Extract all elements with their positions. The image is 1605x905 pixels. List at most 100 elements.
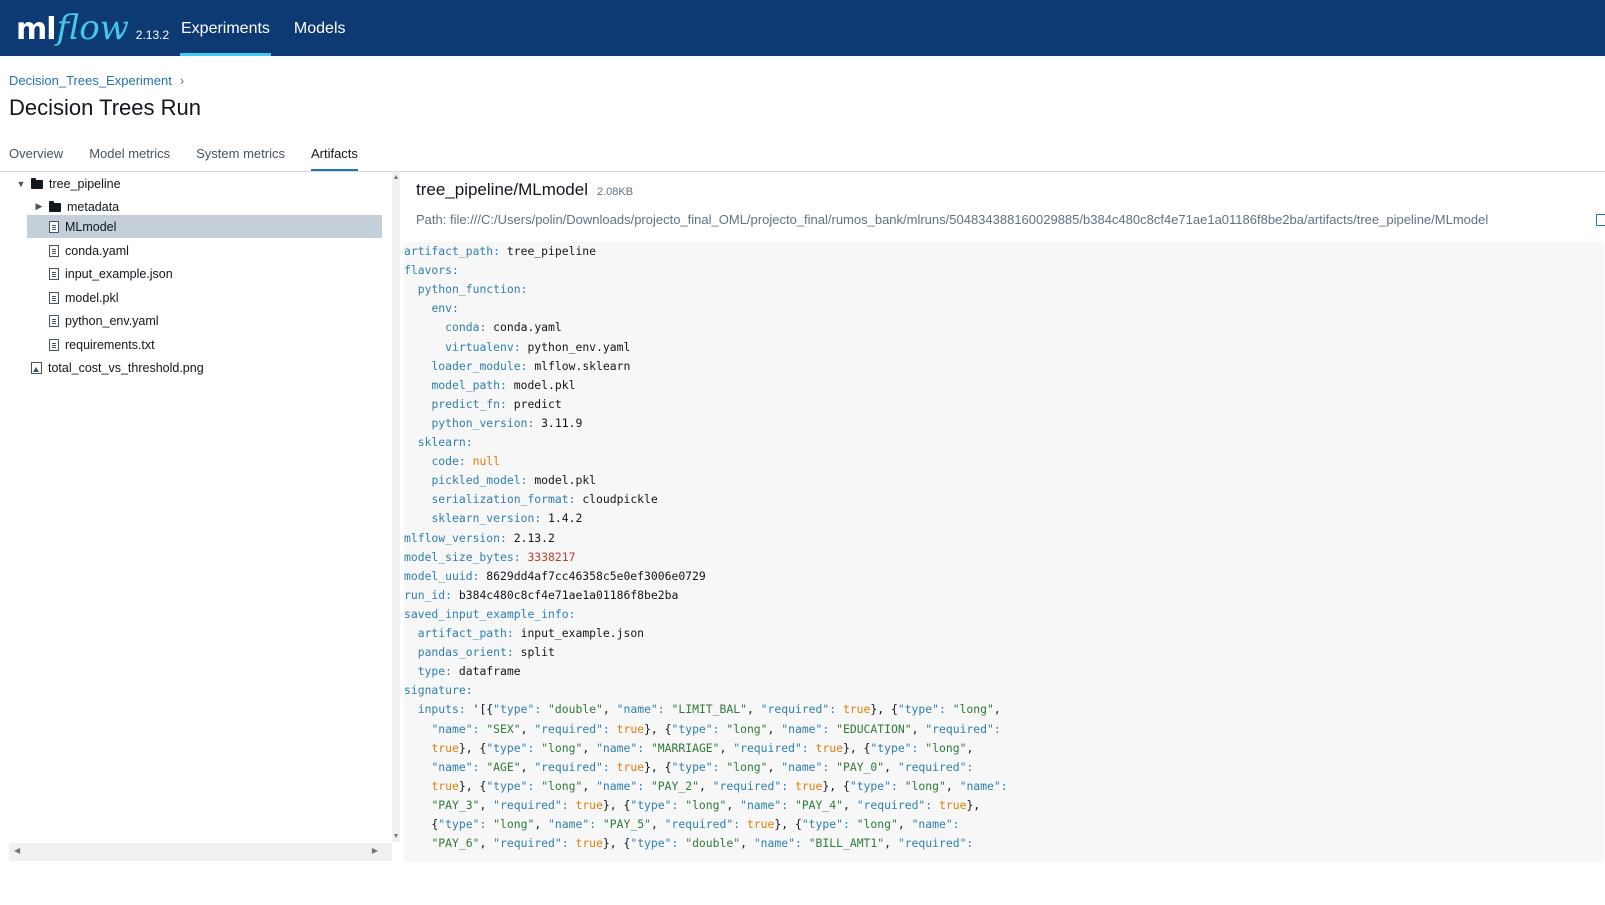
yaml-key: saved_input_example_info [404,606,569,621]
file-header: tree_pipeline/MLmodel 2.08KB [416,180,633,200]
tree-item-input-example-json[interactable]: input_example.json [45,262,173,285]
yaml-line: env: [431,301,459,316]
tree-horizontal-scrollbar[interactable]: ◀ ▶ [9,843,392,861]
yaml-line: flavors: [404,263,459,278]
yaml-key: type [417,664,446,679]
yaml-line: virtualenv: python_env.yaml [445,339,631,354]
file-size: 2.08KB [597,186,634,198]
copy-icon[interactable] [1596,214,1605,226]
artifact-tree: ▼ tree_pipeline ▶ metadata MLmodel conda… [9,172,392,862]
tree-vertical-scrollbar[interactable]: ▲ ▼ [392,172,400,842]
yaml-value: mlflow.sklearn [534,358,631,373]
file-path: Path: file:///C:/Users/polin/Downloads/p… [416,212,1489,227]
yaml-line: sklearn: [417,435,473,449]
tree-item-label: total_cost_vs_threshold.png [48,360,204,375]
scroll-left-icon[interactable]: ◀ [14,846,20,855]
signature-line: "PAY_6", "required": true}, {"type": "do… [431,836,974,851]
yaml-key: conda [445,320,480,335]
tab-system-metrics[interactable]: System metrics [196,142,285,172]
tree-item-model-pkl[interactable]: model.pkl [45,286,119,309]
tree-item-python-env-yaml[interactable]: python_env.yaml [45,309,159,332]
tree-item-label: model.pkl [65,290,119,305]
nav-models[interactable]: Models [293,0,347,56]
folder-icon [31,177,43,190]
signature-line: "name": "SEX", "required": true}, {"type… [431,721,1001,736]
yaml-value: dataframe [458,664,521,679]
yaml-key: python_function [417,282,521,297]
yaml-line: signature: [404,683,473,698]
yaml-key: sklearn_version [431,511,535,526]
yaml-value: model.pkl [513,377,576,392]
mlmodel-yaml-viewer: artifact_path: tree_pipeline flavors: pyt… [404,242,1604,862]
tree-item-total-cost-png[interactable]: total_cost_vs_threshold.png [27,356,204,379]
tree-item-label: MLmodel [65,219,117,234]
file-icon [49,338,59,351]
scroll-right-icon[interactable]: ▶ [372,846,378,855]
yaml-line: code: null [431,454,501,469]
yaml-line: serialization_format: cloudpickle [431,492,658,507]
yaml-key: virtualenv [445,339,514,354]
yaml-key: predict_fn [431,396,501,411]
yaml-line: pickled_model: model.pkl [431,473,597,488]
yaml-key: model_uuid [404,568,473,583]
yaml-value: 2.13.2 [513,530,555,545]
yaml-key: signature [404,683,466,698]
yaml-key: serialization_format [431,492,569,507]
caret-right-icon[interactable]: ▶ [33,201,45,212]
yaml-value: input_example.json [520,626,645,640]
yaml-key: env [431,301,453,316]
tree-item-conda-yaml[interactable]: conda.yaml [45,239,129,262]
scroll-down-icon[interactable]: ▼ [392,833,400,840]
yaml-key: artifact_path [417,626,507,640]
tree-item-tree-pipeline[interactable]: ▼ tree_pipeline [15,172,385,195]
tab-model-metrics[interactable]: Model metrics [89,142,170,172]
yaml-line: run_id: b384c480c8cf4e71ae1a01186f8be2ba [404,587,679,602]
logo-ml-text: ml [16,12,57,47]
tree-item-label: metadata [67,199,120,214]
scroll-up-icon[interactable]: ▲ [392,174,400,181]
yaml-line: conda: conda.yaml [445,320,562,335]
run-tabs: Overview Model metrics System metrics Ar… [9,142,384,172]
tab-artifacts[interactable]: Artifacts [310,142,358,172]
tree-item-label: requirements.txt [65,337,155,352]
yaml-key: model_size_bytes [404,549,514,564]
yaml-line: saved_input_example_info: [404,606,576,621]
signature-line: true}, {"type": "long", "name": "PAY_2",… [431,778,1008,793]
file-icon [49,291,59,304]
yaml-key: artifact_path [404,244,494,258]
yaml-line: pandas_orient: split [417,645,555,660]
yaml-key: run_id [404,587,446,602]
file-icon [49,220,59,233]
tree-item-label: python_env.yaml [65,313,159,328]
breadcrumb-experiment-link[interactable]: Decision_Trees_Experiment [9,73,172,88]
nav-experiments[interactable]: Experiments [180,0,271,56]
caret-down-icon[interactable]: ▼ [15,179,27,189]
folder-icon [49,200,61,213]
yaml-key: pickled_model [431,473,521,488]
signature-line: true}, {"type": "long", "name": "MARRIAG… [431,740,974,755]
file-icon [49,244,59,257]
signature-line: inputs: '[{"type": "double", "name": "LI… [417,702,1001,717]
tree-item-label: input_example.json [65,266,173,281]
yaml-key: python_version [431,415,528,430]
yaml-key: code [431,454,459,469]
top-navigation-bar: ml flow 2.13.2 Experiments Models [0,0,1605,56]
yaml-line: artifact_path: input_example.json [417,626,645,640]
yaml-value: 1.4.2 [548,511,583,526]
yaml-line: loader_module: mlflow.sklearn [431,358,631,373]
mlflow-logo[interactable]: ml flow 2.13.2 [16,2,169,52]
artifact-preview: tree_pipeline/MLmodel 2.08KB Path: file:… [400,172,1605,862]
yaml-value: 8629dd4af7cc46358c5e0ef3006e0729 [486,568,706,583]
yaml-value: conda.yaml [493,320,562,335]
tab-overview[interactable]: Overview [9,142,63,172]
yaml-line: python_version: 3.11.9 [431,415,583,430]
signature-line: "PAY_3", "required": true}, {"type": "lo… [431,797,981,812]
chevron-right-icon: › [179,73,185,88]
yaml-value: model.pkl [534,473,597,488]
tree-item-mlmodel[interactable]: MLmodel [27,215,382,238]
yaml-line: mlflow_version: 2.13.2 [404,530,555,545]
breadcrumb: Decision_Trees_Experiment › [9,73,184,88]
signature-line: "name": "AGE", "required": true}, {"type… [431,759,974,774]
yaml-line: model_size_bytes: 3338217 [404,549,576,564]
tree-item-requirements-txt[interactable]: requirements.txt [45,333,155,356]
